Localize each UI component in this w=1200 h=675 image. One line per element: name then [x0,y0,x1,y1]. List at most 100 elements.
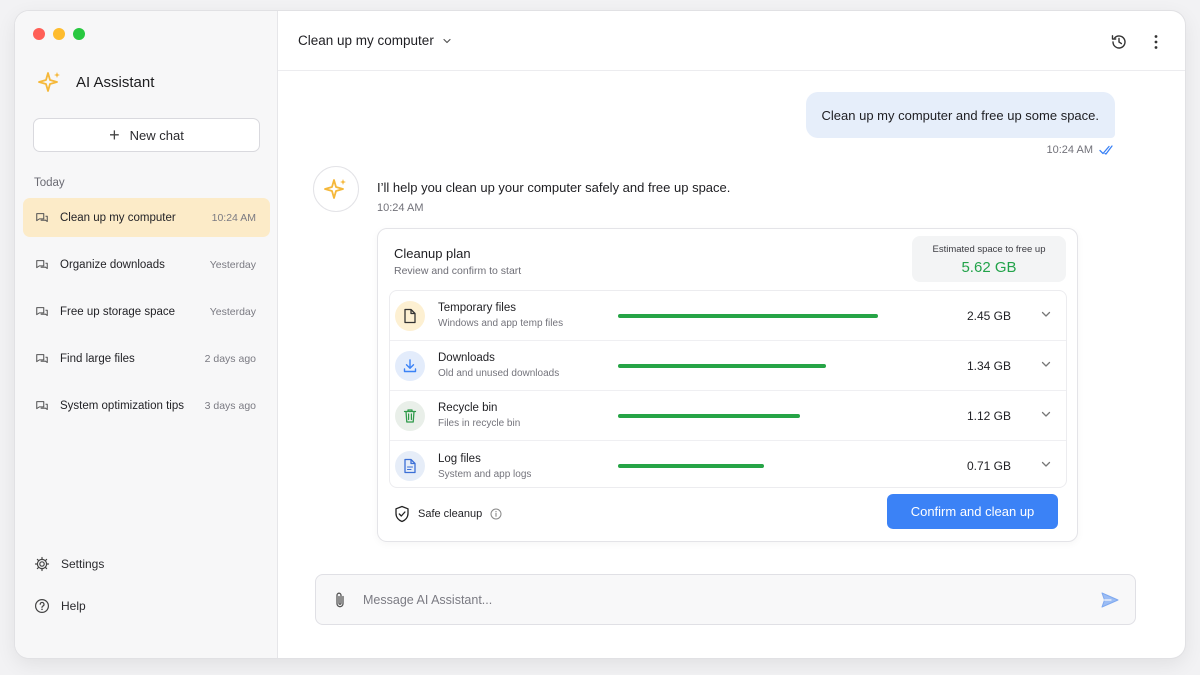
item-size: 2.45 GB [966,309,1011,323]
space-estimate: Estimated space to free up 5.62 GB [912,236,1066,282]
chat-title: Clean up my computer [298,33,434,48]
help-link[interactable]: Help [34,598,86,614]
user-message-meta: 10:24 AM [1047,144,1115,156]
gear-icon [34,556,50,572]
app-window: AI Assistant + New chat Today Clean up m… [15,11,1185,658]
brand: AI Assistant [38,70,154,94]
message-input[interactable] [363,592,1100,607]
chat-bubbles-icon [36,212,48,222]
sparkle-icon [38,72,60,92]
user-message-time: 10:24 AM [1046,144,1093,156]
conversation-date: 3 days ago [204,399,256,412]
conversation-title: Clean up my computer [60,211,176,224]
size-bar-fill [618,314,878,318]
conversation-title: System optimization tips [60,399,184,412]
chat-bubbles-icon [36,306,48,316]
item-size: 1.12 GB [966,409,1011,423]
sparkle-icon [324,179,346,199]
chevron-down-icon[interactable] [1040,358,1052,370]
conversation-item[interactable]: Clean up my computer 10:24 AM [23,198,270,237]
log-file-icon [395,451,425,481]
conversation-date: Yesterday [209,305,256,318]
cleanup-item-recycle-bin[interactable]: Recycle bin Files in recycle bin 1.12 GB [390,391,1066,441]
chat-main: Clean up my computer Clean up my compute… [278,11,1185,658]
sidebar: AI Assistant + New chat Today Clean up m… [15,11,278,658]
assistant-message-time: 10:24 AM [377,202,424,214]
estimate-value: 5.62 GB [961,259,1017,276]
conversation-date: 10:24 AM [211,211,256,224]
close-window-button[interactable] [33,28,45,40]
conversation-item[interactable]: Free up storage space Yesterday [23,292,270,331]
more-vertical-icon[interactable] [1153,33,1159,51]
conversation-date: 2 days ago [204,352,256,365]
info-icon[interactable] [490,508,502,520]
plan-subtitle: Review and confirm to start [394,265,522,277]
chevron-down-icon [443,38,451,43]
cleanup-item-log-files[interactable]: Log files System and app logs 0.71 GB [390,441,1066,487]
conversation-item[interactable]: System optimization tips 3 days ago [23,386,270,425]
chat-title-dropdown[interactable]: Clean up my computer [298,33,452,48]
send-icon[interactable] [1100,591,1120,609]
maximize-window-button[interactable] [73,28,85,40]
history-icon[interactable] [1110,33,1128,51]
size-bar-fill [618,364,826,368]
cleanup-plan-card: Cleanup plan Review and confirm to start… [377,228,1078,542]
assistant-message-text: I’ll help you clean up your computer saf… [377,180,731,195]
conversation-date: Yesterday [209,258,256,271]
help-label: Help [61,599,86,613]
chevron-down-icon[interactable] [1040,408,1052,420]
chevron-down-icon[interactable] [1040,458,1052,470]
new-chat-button[interactable]: + New chat [33,118,260,152]
conversation-title: Free up storage space [60,305,176,318]
download-icon [395,350,425,381]
section-label-today: Today [34,177,65,189]
estimate-label: Estimated space to free up [932,244,1046,255]
conversation-title: Find large files [60,352,135,365]
safe-cleanup-label: Safe cleanup [418,508,483,520]
chat-bubbles-icon [36,353,48,363]
chevron-down-icon[interactable] [1040,308,1052,320]
plan-title: Cleanup plan [394,246,471,261]
conversation-item[interactable]: Find large files 2 days ago [23,339,270,378]
size-bar-fill [618,414,800,418]
item-name: Log files [438,452,481,465]
shield-check-icon [395,505,409,523]
item-description: Files in recycle bin [438,418,521,429]
confirm-cleanup-button[interactable]: Confirm and clean up [887,494,1058,529]
item-description: Old and unused downloads [438,368,560,379]
assistant-avatar [313,166,359,212]
cleanup-item-temporary-files[interactable]: Temporary files Windows and app temp fil… [390,291,1066,341]
window-controls [33,28,85,40]
settings-label: Settings [61,557,105,571]
size-bar [618,364,878,368]
item-name: Recycle bin [438,402,498,414]
cleanup-items-list: Temporary files Windows and app temp fil… [389,290,1067,488]
double-check-icon [1099,145,1113,155]
item-size: 0.71 GB [966,459,1011,473]
conversation-item[interactable]: Organize downloads Yesterday [23,245,270,284]
new-chat-label: New chat [129,127,184,143]
cleanup-item-downloads[interactable]: Downloads Old and unused downloads 1.34 … [390,341,1066,391]
user-message-bubble: Clean up my computer and free up some sp… [805,92,1115,138]
chat-header: Clean up my computer [278,11,1185,71]
size-bar [618,414,878,418]
chat-bubbles-icon [36,400,48,410]
item-description: System and app logs [438,468,532,480]
item-name: Temporary files [438,302,516,314]
plus-icon: + [109,125,120,145]
safe-cleanup-note: Safe cleanup [394,505,502,523]
conversation-list: Clean up my computer 10:24 AM Organize d… [23,198,270,433]
conversation-title: Organize downloads [60,258,165,271]
item-name: Downloads [438,352,495,364]
help-icon [34,598,50,614]
app-title: AI Assistant [76,73,155,91]
item-description: Windows and app temp files [438,318,564,329]
file-icon [395,300,425,331]
size-bar [618,464,878,468]
minimize-window-button[interactable] [53,28,65,40]
settings-link[interactable]: Settings [34,556,104,572]
item-size: 1.34 GB [966,359,1011,373]
trash-icon [395,400,425,431]
size-bar-fill [618,464,764,468]
attachment-icon[interactable] [333,591,347,609]
